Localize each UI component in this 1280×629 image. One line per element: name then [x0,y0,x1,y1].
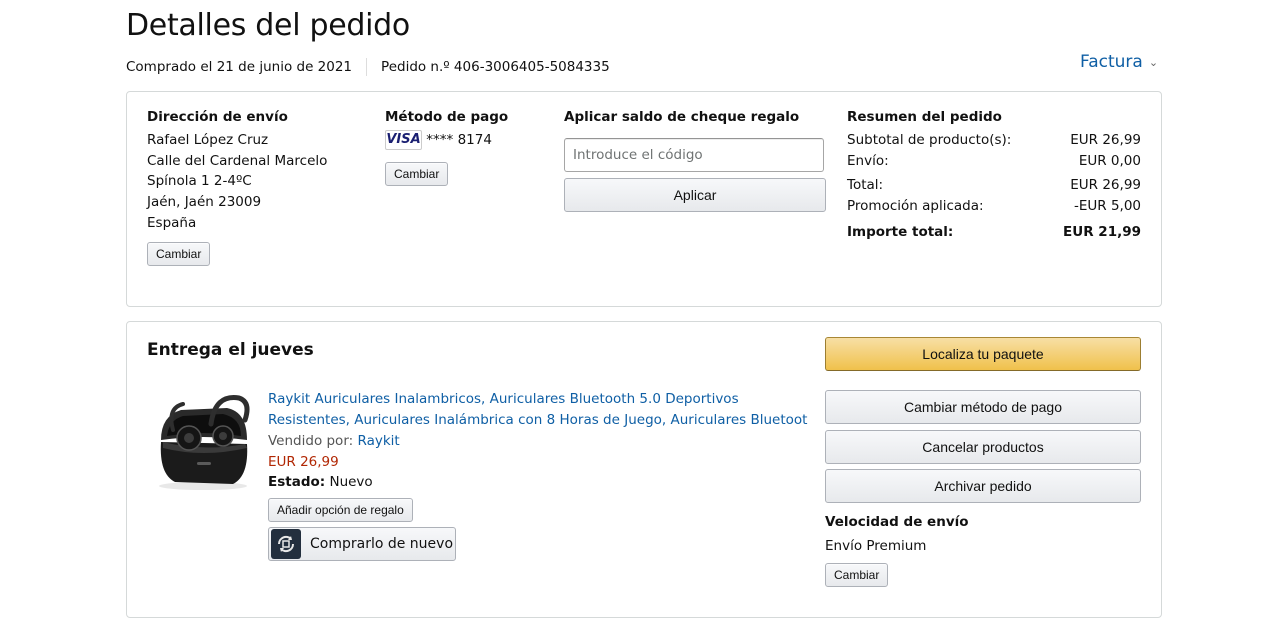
order-summary: Resumen del pedido Subtotal de producto(… [847,109,1141,243]
product-status: Estado: Nuevo [268,472,400,493]
track-package-button[interactable]: Localiza tu paquete [825,337,1141,371]
apply-gift-button[interactable]: Aplicar [564,178,826,212]
page-title: Detalles del pedido [126,8,410,43]
status-value: Nuevo [329,474,373,491]
gift-card-section: Aplicar saldo de cheque regalo [564,109,799,125]
invoice-label: Factura [1080,52,1143,72]
address-line: Calle del Cardenal Marcelo [147,152,328,169]
sold-by: Vendido por: Raykit [268,431,400,452]
order-number: Pedido n.º 406-3006405-5084335 [381,59,610,75]
change-payment-method-button[interactable]: Cambiar método de pago [825,390,1141,424]
chevron-down-icon: ⌄ [1148,55,1159,69]
product-title-line: Resistentes, Auriculares Inalámbrica con… [268,411,808,428]
grand-total-row: Importe total: EUR 21,99 [847,222,1141,243]
order-date: Comprado el 21 de junio de 2021 [126,59,353,75]
payment-method-heading: Método de pago [385,109,509,125]
address-line: España [147,214,197,231]
shipping-address-heading: Dirección de envío [147,109,288,125]
gift-code-input[interactable] [564,138,824,172]
card-number: **** 8174 [426,132,492,148]
shipping-speed-value: Envío Premium [825,538,927,554]
product-price: EUR 26,99 [268,453,339,470]
order-meta: Comprado el 21 de junio de 2021 Pedido n… [126,58,610,76]
change-payment-button[interactable]: Cambiar [385,162,449,186]
buy-again-icon [271,529,301,559]
shipping-speed-heading: Velocidad de envío [825,514,969,530]
order-summary-heading: Resumen del pedido [847,109,1002,125]
address-line: Rafael López Cruz [147,132,269,148]
gift-card-heading: Aplicar saldo de cheque regalo [564,109,800,125]
summary-label: Subtotal de producto(s): [847,132,1012,148]
summary-row: Subtotal de producto(s): EUR 26,99 [847,130,1141,151]
address-line: Jaén, Jaén 23009 [147,194,262,211]
summary-value: EUR 26,99 [1070,132,1141,148]
product-title-link[interactable]: Raykit Auriculares Inalambricos, Auricul… [268,389,808,430]
summary-row: Total: EUR 26,99 [847,175,1141,196]
visa-card-icon: VISA [385,130,422,150]
product-info: Vendido por: Raykit EUR 26,99 Estado: Nu… [268,431,400,493]
sold-by-label: Vendido por: [268,433,354,449]
grand-total-label: Importe total: [847,223,954,240]
shipping-address-section: Dirección de envío Rafael López Cruz Cal… [147,109,327,234]
buy-again-label: Comprarlo de nuevo [310,536,454,552]
summary-label: Envío: [847,152,889,169]
change-address-button[interactable]: Cambiar [147,242,211,266]
product-image[interactable] [153,390,253,492]
address-line: Spínola 1 2-4ºC [147,173,252,190]
delivery-heading: Entrega el jueves [147,340,314,360]
product-title-line: Raykit Auriculares Inalambricos, Auricul… [268,391,739,407]
payment-card: VISA **** 8174 [385,130,508,150]
summary-value: EUR 26,99 [1070,177,1141,194]
payment-method-section: Método de pago VISA **** 8174 [385,109,508,150]
cancel-items-button[interactable]: Cancelar productos [825,430,1141,464]
summary-value: EUR 0,00 [1078,152,1141,169]
order-info-panel: Dirección de envío Rafael López Cruz Cal… [126,91,1162,307]
delivery-panel: Entrega el jueves Raykit Auriculares Ina… [126,321,1162,618]
status-label: Estado: [268,474,326,491]
summary-value: -EUR 5,00 [1073,198,1141,215]
shipping-address-lines: Rafael López Cruz Calle del Cardenal Mar… [147,130,327,234]
meta-divider [366,58,368,76]
summary-label: Total: [847,177,884,194]
archive-order-button[interactable]: Archivar pedido [825,469,1141,503]
buy-again-button[interactable]: Comprarlo de nuevo [268,527,456,561]
invoice-dropdown[interactable]: Factura ⌄ [1080,52,1158,72]
summary-row: Promoción aplicada: -EUR 5,00 [847,196,1141,217]
grand-total-value: EUR 21,99 [1063,223,1141,240]
change-shipping-speed-button[interactable]: Cambiar [825,563,889,587]
summary-row: Envío: EUR 0,00 [847,151,1141,172]
summary-label: Promoción aplicada: [847,198,984,215]
add-gift-option-button[interactable]: Añadir opción de regalo [268,498,413,522]
seller-link[interactable]: Raykit [357,433,399,449]
